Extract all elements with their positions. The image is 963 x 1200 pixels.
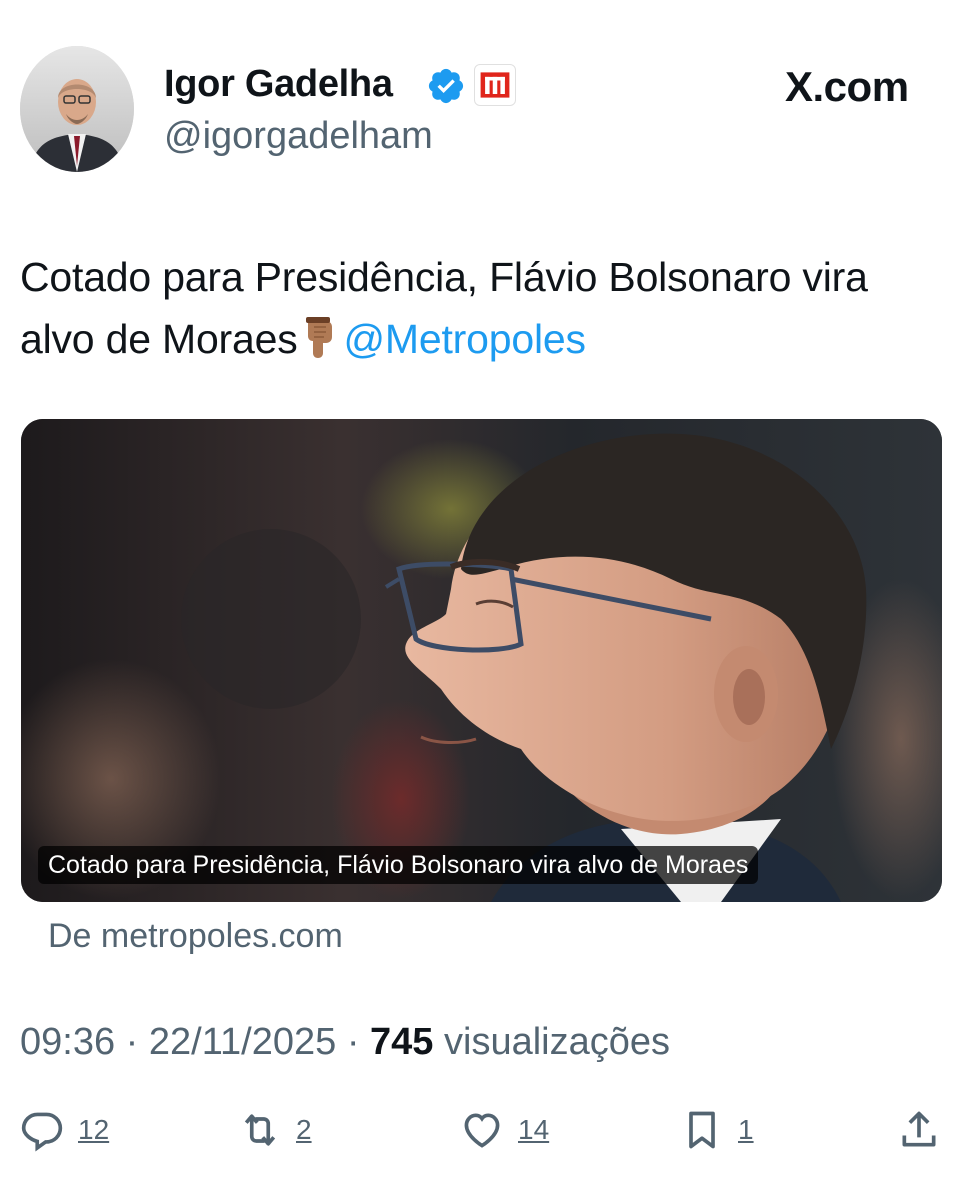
avatar[interactable]: [20, 46, 134, 172]
repost-button[interactable]: 2: [238, 1106, 312, 1154]
bookmark-icon: [689, 1111, 715, 1149]
user-handle[interactable]: @igorgadelham: [164, 113, 433, 159]
pointing-down-icon: [302, 314, 338, 376]
views-label: visualizações: [444, 1021, 670, 1063]
meta-separator: ·: [346, 1021, 360, 1063]
card-title-caption: Cotado para Presidência, Flávio Bolsonar…: [38, 846, 759, 884]
repost-icon: [244, 1114, 276, 1146]
like-button[interactable]: 14: [460, 1106, 549, 1154]
like-count[interactable]: 14: [518, 1108, 549, 1152]
bookmark-count[interactable]: 1: [738, 1108, 754, 1152]
tweet-text: Cotado para Presidência, Flávio Bolsonar…: [20, 246, 940, 376]
views-count: 745: [370, 1021, 434, 1063]
metropoles-logo-icon[interactable]: [474, 64, 516, 106]
avatar-image: [20, 46, 134, 172]
article-photo: [21, 419, 942, 902]
card-source-link[interactable]: De metropoles.com: [48, 914, 343, 958]
mention-link[interactable]: @Metropoles: [344, 316, 586, 362]
reply-count[interactable]: 12: [78, 1108, 109, 1152]
tweet-meta: 09:36 · 22/11/2025 · 745 visualizações: [20, 1019, 670, 1065]
link-card-image[interactable]: [21, 419, 942, 902]
bookmark-button[interactable]: 1: [680, 1106, 754, 1154]
share-icon: [902, 1111, 936, 1147]
meta-separator: ·: [125, 1021, 139, 1063]
repost-count[interactable]: 2: [296, 1108, 312, 1152]
tweet-date[interactable]: 22/11/2025: [149, 1021, 336, 1063]
display-name[interactable]: Igor Gadelha: [164, 60, 393, 108]
x-com-label: X.com: [785, 63, 909, 110]
verified-badge-icon: [426, 66, 466, 106]
reply-icon: [21, 1112, 63, 1152]
tweet-time[interactable]: 09:36: [20, 1021, 115, 1063]
reply-button[interactable]: 12: [20, 1106, 109, 1154]
share-button[interactable]: [897, 1106, 941, 1154]
heart-icon: [464, 1113, 500, 1148]
